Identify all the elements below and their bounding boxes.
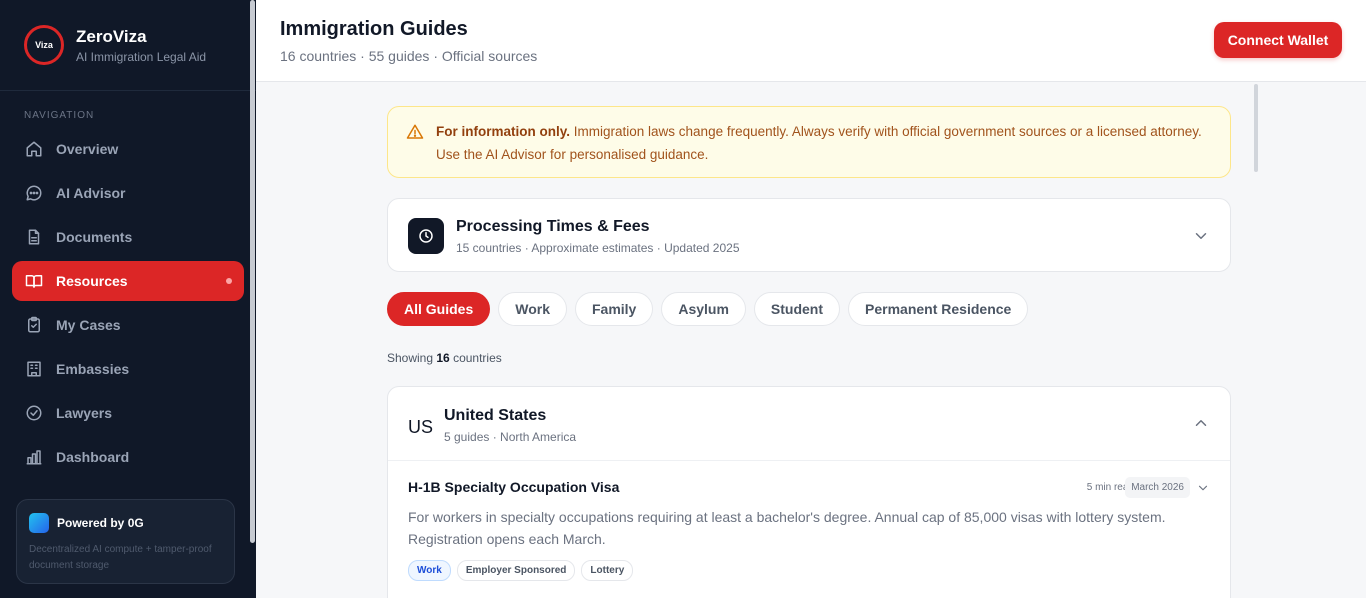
filter-all-guides[interactable]: All Guides <box>387 292 491 326</box>
connect-wallet-button[interactable]: Connect Wallet <box>1214 22 1342 58</box>
sidebar-item-embassies[interactable]: Embassies <box>12 349 244 389</box>
powered-title: Powered by 0G <box>57 516 144 530</box>
0g-logo-icon <box>29 513 49 533</box>
warning-icon <box>406 124 424 139</box>
sidebar-item-label: Documents <box>56 229 133 245</box>
sidebar-scrollbar[interactable] <box>250 0 255 543</box>
tag-employer-sponsored: Employer Sponsored <box>456 560 576 581</box>
sidebar-item-label: Lawyers <box>56 405 113 421</box>
sidebar-item-label: Dashboard <box>56 449 130 465</box>
sidebar-item-overview[interactable]: Overview <box>12 129 244 169</box>
filter-permanent-residence[interactable]: Permanent Residence <box>848 292 1029 326</box>
document-icon <box>24 227 44 247</box>
sidebar-item-dashboard[interactable]: Dashboard <box>12 437 244 477</box>
sidebar-item-resources[interactable]: Resources <box>12 261 244 301</box>
sidebar-item-label: Embassies <box>56 361 130 377</box>
check-circle-icon <box>24 403 44 423</box>
guide-title[interactable]: H-1B Specialty Occupation Visa <box>408 479 619 495</box>
bar-chart-icon <box>24 447 44 467</box>
chevron-up-icon[interactable] <box>1192 414 1210 432</box>
tag-work: Work <box>408 560 451 581</box>
sidebar-item-label: Overview <box>56 141 119 157</box>
guide-date-badge: March 2026 <box>1125 477 1190 498</box>
notice-bold: For information only. <box>436 124 570 139</box>
filter-chips: All Guides Work Family Asylum Student Pe… <box>387 292 1036 326</box>
powered-by-card: Powered by 0G Decentralized AI compute +… <box>16 499 235 584</box>
page-subtitle: 16 countries · 55 guides · Official sour… <box>280 48 538 64</box>
nav-heading: NAVIGATION <box>24 110 95 121</box>
filter-work[interactable]: Work <box>498 292 567 326</box>
country-card: US United States 5 guides · North Americ… <box>387 386 1231 598</box>
filter-asylum[interactable]: Asylum <box>661 292 746 326</box>
active-indicator-dot <box>226 278 232 284</box>
sidebar-item-ai-advisor[interactable]: AI Advisor <box>12 173 244 213</box>
tag-lottery: Lottery <box>581 560 634 581</box>
clipboard-icon <box>24 315 44 335</box>
info-notice: For information only. Immigration laws c… <box>387 106 1231 178</box>
book-icon <box>24 271 44 291</box>
sidebar-item-lawyers[interactable]: Lawyers <box>12 393 244 433</box>
divider <box>388 460 1230 461</box>
country-code: US <box>408 417 434 437</box>
sidebar: Viza ZeroViza AI Immigration Legal Aid N… <box>0 0 256 598</box>
processing-title: Processing Times & Fees <box>456 218 650 235</box>
sidebar-item-my-cases[interactable]: My Cases <box>12 305 244 345</box>
chevron-down-icon[interactable] <box>1192 227 1210 245</box>
results-count: Showing 16 countries <box>387 351 502 365</box>
sidebar-item-label: My Cases <box>56 317 121 333</box>
page-header: Immigration Guides 16 countries · 55 gui… <box>256 0 1366 82</box>
clock-icon <box>408 218 444 254</box>
brand-name: ZeroViza <box>76 26 147 46</box>
filter-family[interactable]: Family <box>574 292 654 326</box>
results-count-number: 16 <box>436 351 450 365</box>
guide-description: For workers in specialty occupations req… <box>408 509 1166 547</box>
home-icon <box>24 139 44 159</box>
page-title: Immigration Guides <box>280 18 468 40</box>
building-icon <box>24 359 44 379</box>
sidebar-item-label: Resources <box>56 273 128 289</box>
processing-times-card[interactable]: Processing Times & Fees 15 countries · A… <box>387 198 1231 272</box>
brand: Viza ZeroViza AI Immigration Legal Aid <box>0 0 256 91</box>
brand-subtitle: AI Immigration Legal Aid <box>76 49 207 64</box>
filter-student[interactable]: Student <box>753 292 841 326</box>
processing-subtitle: 15 countries · Approximate estimates · U… <box>456 241 740 255</box>
powered-description: Decentralized AI compute + tamper-proof … <box>29 544 212 571</box>
guide-tags: Work Employer Sponsored Lottery <box>408 560 639 581</box>
sidebar-item-label: AI Advisor <box>56 185 126 201</box>
country-subtitle: 5 guides · North America <box>444 430 577 444</box>
chat-icon <box>24 183 44 203</box>
logo[interactable]: Viza <box>24 25 64 65</box>
main-scrollbar[interactable] <box>1254 84 1258 172</box>
country-name[interactable]: United States <box>444 407 546 425</box>
chevron-down-icon[interactable] <box>1196 481 1210 495</box>
sidebar-item-documents[interactable]: Documents <box>12 217 244 257</box>
